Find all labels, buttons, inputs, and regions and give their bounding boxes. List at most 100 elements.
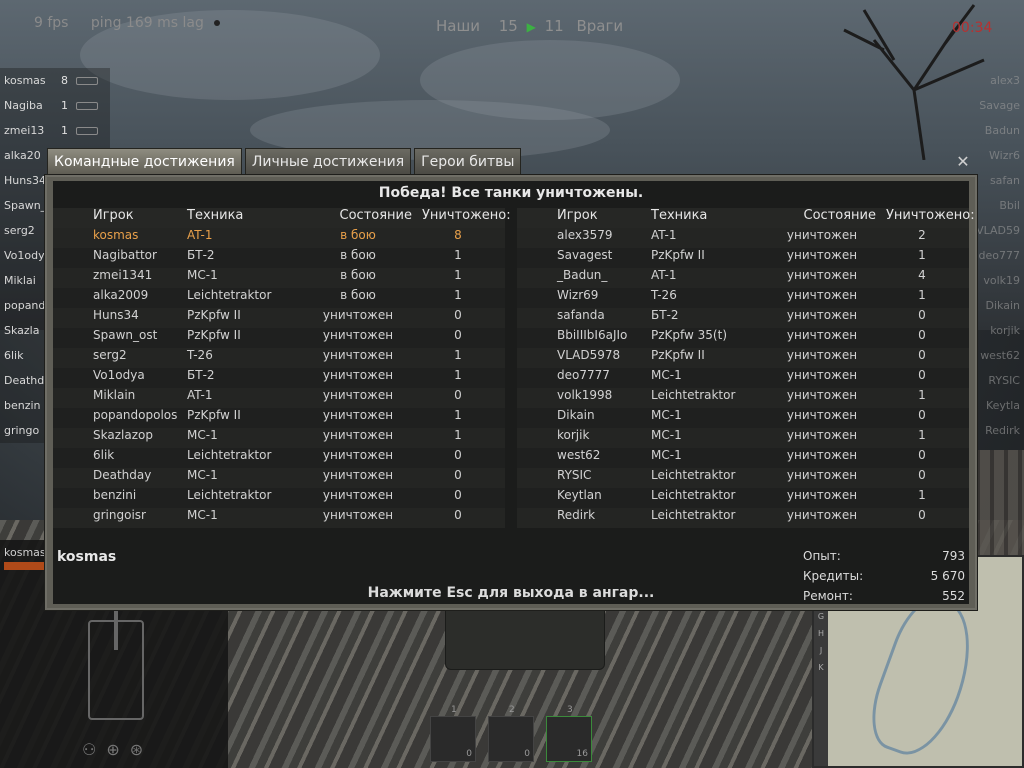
tab-battle-heroes[interactable]: Герои битвы — [414, 148, 522, 175]
state-cell: уничтожен — [786, 508, 858, 522]
state-cell: уничтожен — [322, 428, 394, 442]
tank-cell: PzKpfw II — [187, 328, 241, 342]
state-cell: уничтожен — [322, 488, 394, 502]
ally-name: Miklai — [4, 274, 36, 287]
ammo-slot[interactable]: 20 — [488, 705, 534, 762]
hud-performance: 9 fps ping 169 ms lag — [34, 15, 221, 31]
kills-cell: 1 — [454, 288, 462, 302]
results-frame: Победа! Все танки уничтожены. Игрок Техн… — [45, 175, 977, 610]
player-name-cell: Wizr69 — [557, 288, 599, 302]
table-row: popandopolos PzKpfw II уничтожен 1 — [53, 408, 505, 428]
tank-cell: Leichtetraktor — [187, 488, 272, 502]
column-state: Состояние — [339, 208, 412, 223]
minimap-letter: G — [817, 612, 825, 621]
state-cell: уничтожен — [786, 228, 858, 242]
kills-cell: 0 — [454, 308, 462, 322]
player-name-cell: gringoisr — [93, 508, 146, 522]
kills-cell: 1 — [918, 488, 926, 502]
tab-team-achievements[interactable]: Командные достижения — [47, 148, 242, 175]
state-cell: уничтожен — [786, 388, 858, 402]
table-row: alex3579 AT-1 уничтожен 2 — [517, 228, 969, 248]
current-player-name: kosmas — [57, 549, 117, 565]
player-name-cell: benzini — [93, 488, 137, 502]
ally-name: Spawn_ — [4, 199, 47, 212]
player-tank-model — [445, 600, 605, 670]
tank-cell: Leichtetraktor — [651, 468, 736, 482]
table-row: Redirk Leichtetraktor уничтожен 0 — [517, 508, 969, 528]
minimap-letter: K — [818, 663, 824, 672]
tank-cell: AT-1 — [187, 228, 213, 242]
crew-icons: ⚇⊕⊛ — [82, 740, 153, 759]
ammo-slot[interactable]: 3 16 — [546, 705, 592, 762]
table-row: Miklain AT-1 уничтожен 0 — [53, 388, 505, 408]
stat-value: 552 — [942, 589, 965, 603]
column-state: Состояние — [803, 208, 876, 223]
table-row: Wizr69 T-26 уничтожен 1 — [517, 288, 969, 308]
state-cell: уничтожен — [786, 448, 858, 462]
tank-cell: МС-1 — [187, 468, 218, 482]
table-row: Keytlan Leichtetraktor уничтожен 1 — [517, 488, 969, 508]
kills-cell: 4 — [918, 268, 926, 282]
ammo-slot-key: 1 — [451, 705, 457, 715]
stat-row: Опыт: 793 — [803, 549, 969, 569]
battle-rewards: Опыт: 793 Кредиты: 5 670 Ремонт: 552 — [803, 549, 969, 609]
tank-class-icon — [76, 126, 98, 135]
ammo-slot-key: 2 — [509, 705, 515, 715]
state-cell: уничтожен — [786, 288, 858, 302]
table-row: Nagibattor БТ-2 в бою 1 — [53, 248, 505, 268]
tank-cell: AT-1 — [651, 228, 677, 242]
ally-name: Nagiba — [4, 99, 43, 112]
table-row: 6lik Leichtetraktor уничтожен 0 — [53, 448, 505, 468]
kills-cell: 0 — [454, 508, 462, 522]
column-player: Игрок — [557, 208, 598, 223]
player-name-cell: Redirk — [557, 508, 596, 522]
player-name-cell: Deathday — [93, 468, 152, 482]
state-cell: уничтожен — [322, 328, 394, 342]
ammo-slot[interactable]: 10 — [430, 705, 476, 762]
ally-list-item: kosmas 8 — [0, 68, 110, 93]
state-cell: уничтожен — [786, 348, 858, 362]
state-cell: уничтожен — [786, 248, 858, 262]
tab-personal-achievements[interactable]: Личные достижения — [244, 148, 412, 175]
enemy-list-item: Savage — [979, 99, 1020, 112]
player-name-cell: volk1998 — [557, 388, 613, 402]
ally-name: serg2 — [4, 224, 35, 237]
kills-cell: 0 — [918, 448, 926, 462]
table-row: kosmas AT-1 в бою 8 — [53, 228, 505, 248]
table-row: Huns34 PzKpfw II уничтожен 0 — [53, 308, 505, 328]
kills-cell: 1 — [454, 368, 462, 382]
player-name-cell: BbiIIIbI6aJIo — [557, 328, 628, 342]
kills-cell: 0 — [918, 508, 926, 522]
player-name-cell: Spawn_ost — [93, 328, 158, 342]
kills-cell: 1 — [918, 288, 926, 302]
tank-cell: PzKpfw II — [651, 248, 705, 262]
player-name-cell: alex3579 — [557, 228, 613, 242]
stat-row: Ремонт: 552 — [803, 589, 969, 609]
table-row: gringoisr МС-1 уничтожен 0 — [53, 508, 505, 528]
allied-rows: kosmas AT-1 в бою 8 Nagibattor БТ-2 в бою 1 zmei… — [53, 228, 505, 528]
kills-cell: 0 — [918, 368, 926, 382]
player-name-cell: zmei1341 — [93, 268, 153, 282]
minimap-letter: H — [817, 629, 824, 638]
results-tabs: Командные достижения Личные достижения Г… — [47, 148, 522, 176]
ally-name: popand — [4, 299, 46, 312]
table-header: Игрок Техника Состояние Уничтожено: — [517, 208, 975, 228]
kills-cell: 0 — [454, 448, 462, 462]
kills-cell: 0 — [454, 388, 462, 402]
fps-readout: 9 fps — [34, 15, 69, 31]
state-cell: уничтожен — [786, 488, 858, 502]
allies-score: 15 — [498, 17, 518, 35]
tank-cell: PzKpfw 35(t) — [651, 328, 728, 342]
ammo-bar: 1 0 2 0 3 16 — [430, 705, 592, 762]
kills-cell: 0 — [918, 408, 926, 422]
table-row: Vo1odya БТ-2 уничтожен 1 — [53, 368, 505, 388]
ammo-count: 0 — [466, 749, 472, 759]
player-name-cell: _Badun_ — [557, 268, 608, 282]
player-name-cell: Skazlazop — [93, 428, 153, 442]
close-icon[interactable]: ✕ — [953, 152, 973, 172]
player-name-cell: Keytlan — [557, 488, 602, 502]
battle-timer: 00:34 — [952, 20, 993, 36]
ally-name: benzin — [4, 399, 41, 412]
player-name-cell: RYSIC — [557, 468, 592, 482]
kills-cell: 1 — [918, 428, 926, 442]
